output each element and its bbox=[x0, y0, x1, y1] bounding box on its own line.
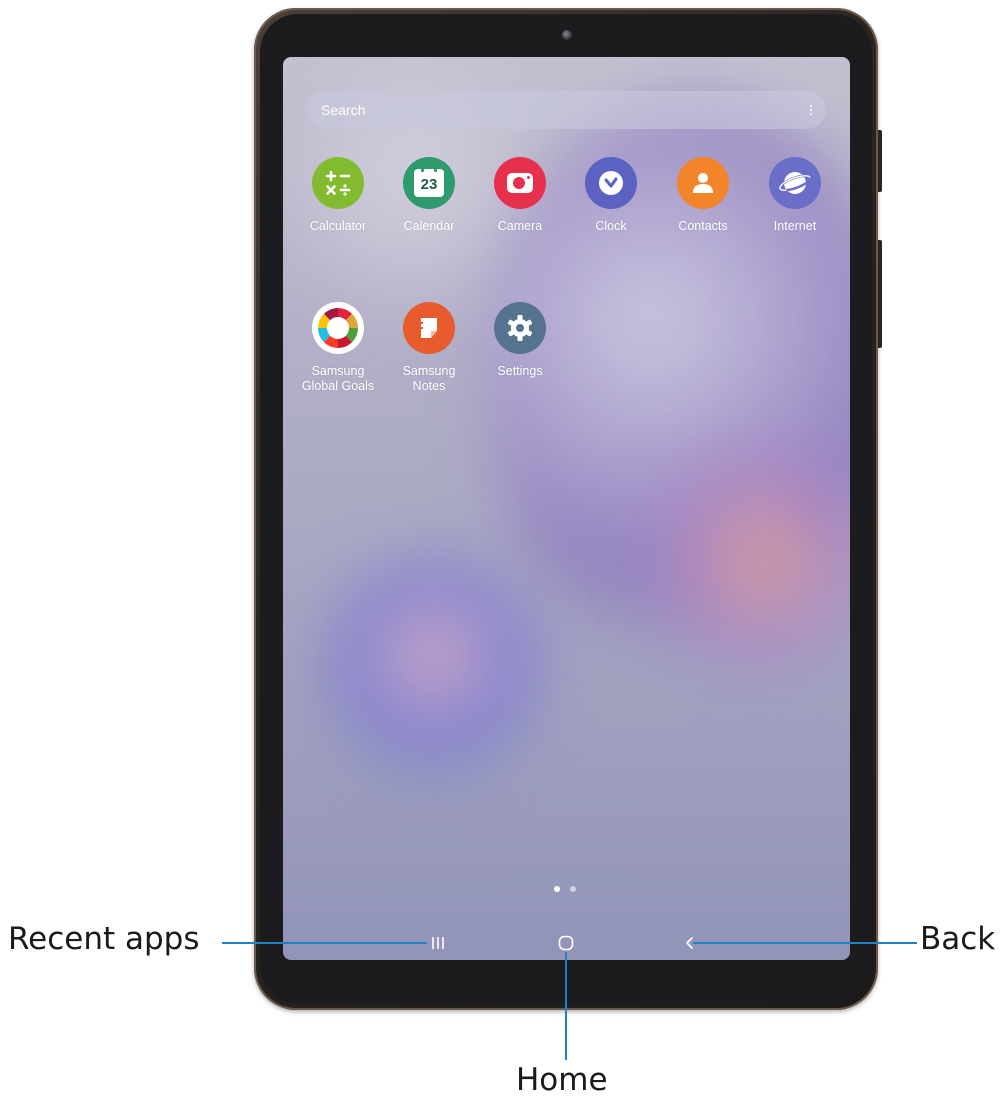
app-label: Samsung Notes bbox=[402, 364, 456, 393]
recent-apps-callout: Recent apps bbox=[8, 921, 200, 957]
home-callout-line bbox=[565, 952, 567, 1060]
home-icon bbox=[558, 935, 574, 951]
app-label: Contacts bbox=[678, 219, 728, 233]
app-label: Clock bbox=[595, 219, 627, 233]
app-contacts[interactable]: Contacts bbox=[663, 157, 743, 234]
app-settings[interactable]: Settings bbox=[480, 302, 560, 379]
app-samsung-global-goals[interactable]: Samsung Global Goals bbox=[298, 302, 378, 394]
back-callout-line bbox=[693, 942, 917, 944]
search-bar[interactable]: Search bbox=[307, 91, 826, 129]
recent-apps-icon bbox=[432, 937, 444, 949]
app-label: Calculator bbox=[309, 219, 367, 233]
front-camera bbox=[562, 30, 572, 40]
global-goals-icon bbox=[312, 302, 364, 354]
calendar-date: 23 bbox=[420, 176, 438, 193]
wallpaper-glow bbox=[323, 557, 543, 777]
home-screen: Search Calculator 23 Calendar Camera Clo… bbox=[283, 57, 850, 960]
app-label: Internet bbox=[773, 219, 817, 233]
app-label: Camera bbox=[497, 219, 543, 233]
volume-button bbox=[878, 130, 882, 192]
app-clock[interactable]: Clock bbox=[571, 157, 651, 234]
page-dot[interactable] bbox=[570, 886, 576, 892]
internet-icon bbox=[769, 157, 821, 209]
settings-icon bbox=[494, 302, 546, 354]
app-calendar[interactable]: 23 Calendar bbox=[389, 157, 469, 234]
app-camera[interactable]: Camera bbox=[480, 157, 560, 234]
app-label: Samsung Global Goals bbox=[301, 364, 375, 393]
page-indicator bbox=[554, 886, 576, 892]
clock-icon bbox=[585, 157, 637, 209]
app-label: Calendar bbox=[403, 219, 455, 233]
recent-apps-callout-line bbox=[222, 942, 427, 944]
more-options-icon[interactable] bbox=[810, 105, 812, 115]
camera-icon bbox=[494, 157, 546, 209]
app-samsung-notes[interactable]: Samsung Notes bbox=[389, 302, 469, 394]
home-callout: Home bbox=[516, 1062, 608, 1098]
home-button[interactable] bbox=[552, 932, 580, 954]
calculator-icon bbox=[312, 157, 364, 209]
page-dot-active[interactable] bbox=[554, 886, 560, 892]
contacts-icon bbox=[677, 157, 729, 209]
recent-apps-button[interactable] bbox=[424, 932, 452, 954]
app-label: Settings bbox=[497, 364, 543, 378]
power-button bbox=[878, 240, 882, 348]
app-internet[interactable]: Internet bbox=[755, 157, 835, 234]
back-callout: Back bbox=[920, 921, 996, 957]
calendar-icon: 23 bbox=[403, 157, 455, 209]
notes-icon bbox=[403, 302, 455, 354]
search-placeholder: Search bbox=[321, 102, 366, 118]
app-calculator[interactable]: Calculator bbox=[298, 157, 378, 234]
